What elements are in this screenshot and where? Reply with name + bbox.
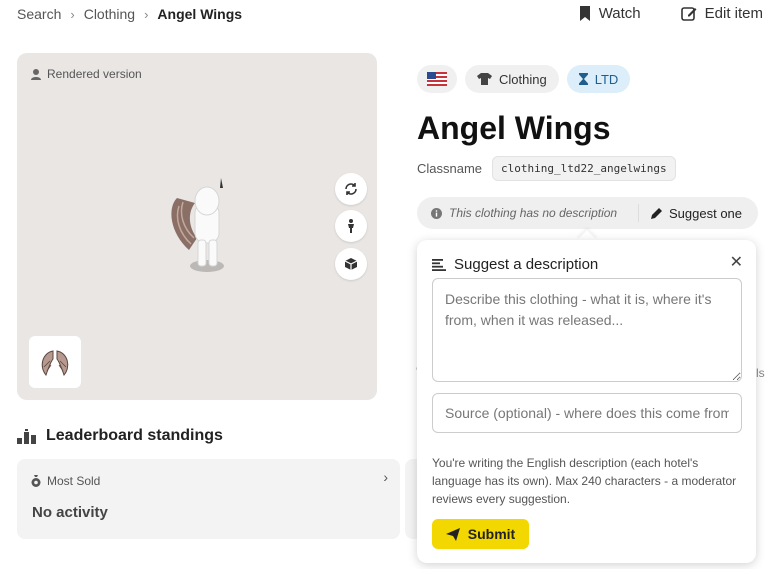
description-textarea[interactable] [432, 278, 742, 382]
bookmark-icon [579, 6, 590, 21]
popover-heading: Suggest a description [432, 256, 598, 273]
edit-label: Edit item [704, 5, 763, 22]
close-icon[interactable]: ✕ [730, 252, 743, 272]
us-flag-icon [427, 72, 447, 86]
most-sold-label-row: Most Sold [31, 474, 100, 488]
rotate-button[interactable] [335, 173, 367, 205]
submit-label: Submit [467, 526, 516, 542]
edit-icon [680, 6, 697, 21]
watch-button[interactable]: Watch [579, 5, 641, 22]
send-icon [445, 527, 460, 541]
person-icon [348, 219, 354, 233]
suggest-label: Suggest one [669, 205, 743, 221]
chevron-right-icon: › [144, 6, 149, 22]
leaderboard-title: Leaderboard standings [46, 427, 223, 444]
edit-item-button[interactable]: Edit item [680, 5, 763, 22]
breadcrumb-clothing[interactable]: Clothing [84, 6, 135, 22]
rotate-icon [345, 183, 357, 195]
hotel-flag-chip[interactable] [417, 65, 457, 93]
chevron-right-icon[interactable]: › [383, 469, 388, 485]
viewer-label: Rendered version [31, 67, 142, 81]
view-3d-button[interactable] [335, 248, 367, 280]
item-chips: Clothing LTD [417, 65, 631, 93]
most-sold-value: No activity [32, 504, 108, 521]
suggest-description-popover: Suggest a description ✕ You're writing t… [417, 240, 756, 563]
classname-row: Classname clothing_ltd22_angelwings [417, 156, 676, 181]
breadcrumb-current: Angel Wings [157, 6, 243, 22]
viewer-label-text: Rendered version [47, 67, 142, 81]
popover-help-text: You're writing the English description (… [432, 456, 737, 506]
render-viewer[interactable]: Rendered version [17, 53, 377, 400]
user-icon [31, 68, 41, 80]
description-empty-text: This clothing has no description [449, 206, 618, 220]
obscured-text-fragment: ls [756, 366, 765, 380]
avatar-render [171, 178, 224, 272]
angel-wings-icon [41, 350, 69, 376]
item-thumbnail[interactable] [29, 336, 81, 388]
source-input[interactable] [432, 393, 742, 433]
breadcrumb: Search › Clothing › Angel Wings [17, 6, 242, 22]
coin-bag-icon [31, 475, 41, 487]
submit-button[interactable]: Submit [432, 519, 529, 549]
category-label: Clothing [499, 71, 547, 87]
top-actions: Watch Edit item [579, 5, 763, 22]
classname-label: Classname [417, 161, 483, 176]
popover-title: Suggest a description [454, 256, 599, 273]
rarity-label: LTD [594, 71, 619, 87]
podium-icon [17, 428, 36, 444]
shirt-icon [477, 73, 492, 85]
most-sold-card[interactable]: Most Sold No activity › [17, 459, 400, 539]
suggest-description-button[interactable]: Suggest one [639, 206, 742, 221]
category-chip[interactable]: Clothing [465, 65, 559, 93]
breadcrumb-search[interactable]: Search [17, 6, 61, 22]
rarity-chip[interactable]: LTD [566, 65, 631, 93]
item-title: Angel Wings [417, 110, 611, 146]
info-icon [431, 207, 442, 219]
pencil-icon [651, 208, 662, 219]
classname-value[interactable]: clothing_ltd22_angelwings [492, 156, 676, 181]
cube-icon [344, 258, 358, 270]
most-sold-label: Most Sold [47, 474, 101, 488]
watch-label: Watch [598, 5, 641, 22]
description-bar: This clothing has no description Suggest… [417, 197, 758, 229]
description-empty: This clothing has no description [417, 204, 639, 222]
chevron-right-icon: › [70, 6, 75, 22]
leaderboard-heading: Leaderboard standings [17, 427, 223, 445]
hourglass-icon [578, 73, 588, 85]
text-lines-icon [432, 258, 446, 271]
pose-button[interactable] [335, 210, 367, 242]
